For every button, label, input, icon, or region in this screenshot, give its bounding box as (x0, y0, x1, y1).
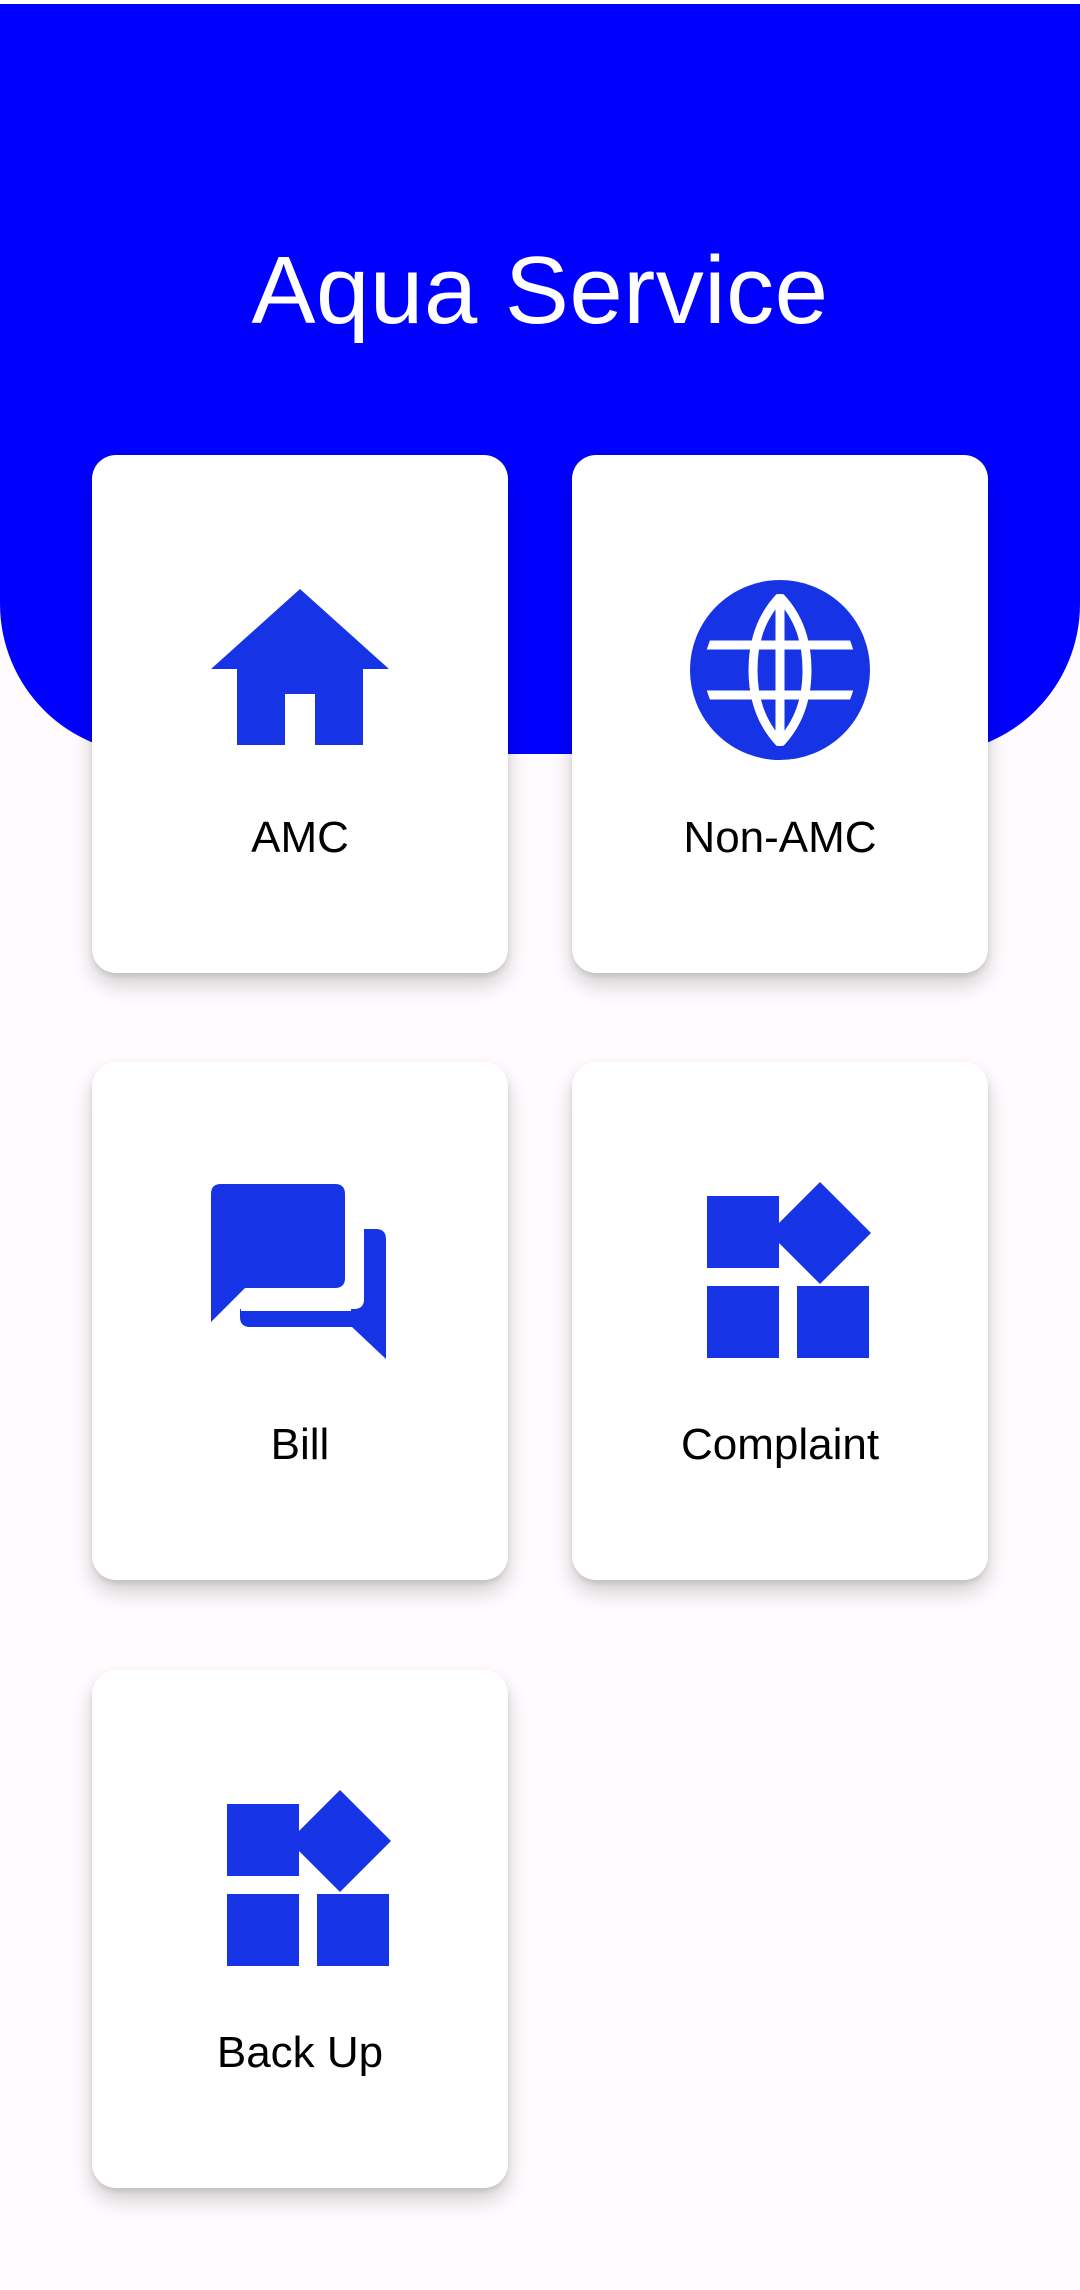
page-title: Aqua Service (251, 237, 829, 344)
app-screen: Aqua Service AMC Non-AMC Bill Complaint … (0, 0, 1080, 2290)
widgets-icon (707, 1182, 871, 1358)
non-amc-card[interactable]: Non-AMC (572, 455, 988, 973)
complaint-card[interactable]: Complaint (572, 1062, 988, 1580)
non-amc-label: Non-AMC (683, 813, 877, 862)
widgets-icon (227, 1790, 391, 1966)
bill-card[interactable]: Bill (92, 1062, 508, 1580)
bill-label: Bill (270, 1420, 330, 1469)
complaint-label: Complaint (680, 1420, 880, 1469)
amc-label: AMC (251, 813, 349, 862)
back-up-card[interactable]: Back Up (92, 1670, 508, 2188)
back-up-label: Back Up (216, 2028, 384, 2077)
home-icon (211, 589, 389, 745)
globe-icon (690, 580, 870, 760)
chat-bubbles-icon (211, 1184, 386, 1359)
amc-card[interactable]: AMC (92, 455, 508, 973)
